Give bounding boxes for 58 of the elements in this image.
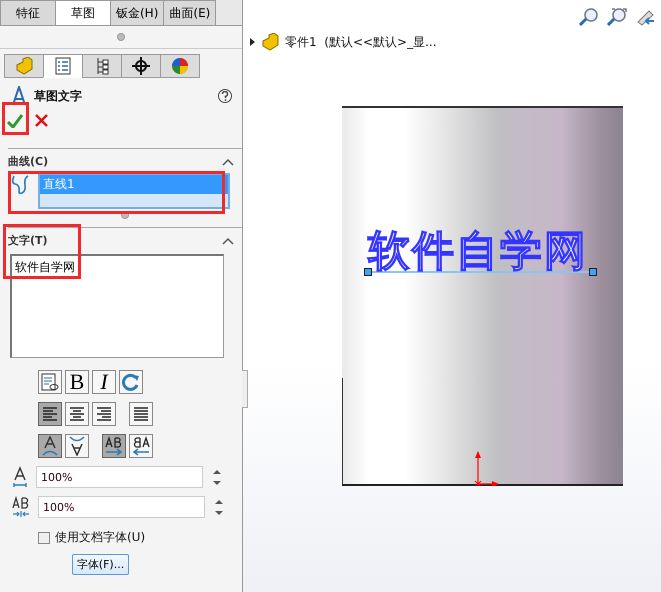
crosshair-icon [132,57,150,75]
feature-tab[interactable]: 钣金(H) [110,0,164,25]
previous-view-icon[interactable] [635,8,655,26]
percent-field[interactable]: 100% [36,466,203,488]
forward-button[interactable] [102,434,126,458]
text-arc-icon [41,436,59,456]
panel-tab[interactable] [82,54,122,78]
tree-item-label[interactable]: 零件1 (默认<<默认>_显... [285,34,437,50]
panel-title: 草图文字 [34,88,83,104]
text-width-icon [12,466,28,488]
text-reverse-icon [131,436,151,456]
section-title: 文字(T) [8,233,48,248]
sketch-text: 软件自学网 [368,230,588,272]
justify-button[interactable] [129,402,153,426]
link-button[interactable] [38,370,62,394]
align-left-button[interactable] [38,402,62,426]
align-right-button[interactable] [92,402,116,426]
text-direction-icon [104,436,124,456]
highlight-box [2,102,29,135]
collapse-icon [222,158,234,166]
align-center-button[interactable] [65,402,89,426]
justify-icon [132,405,150,423]
endpoint-handle[interactable] [589,268,597,276]
expand-arrow-icon[interactable] [249,35,255,49]
part-icon [261,33,279,51]
text-spacing-icon [12,496,30,518]
feature-tab[interactable]: 特征 [0,0,56,25]
collapse-handle[interactable] [242,370,248,408]
text-flip-icon [68,436,86,456]
checkbox[interactable] [38,532,50,544]
font-button[interactable]: 字体(F)... [72,554,129,575]
align-center-icon [68,405,86,423]
collapse-icon [222,236,234,244]
panel-tab[interactable] [43,54,83,78]
align-left-icon [41,405,59,423]
zoom-fit-icon[interactable] [579,8,599,26]
checkbox-label: 使用文档字体(U) [55,529,146,546]
zoom-area-icon[interactable] [607,8,627,26]
help-icon[interactable] [218,89,232,103]
arc-up-button[interactable] [38,434,62,458]
table-link-icon [41,373,59,391]
align-right-icon [95,405,113,423]
section-title: 曲线(C) [8,154,48,169]
panel-tab[interactable] [121,54,161,78]
rotate-icon [122,373,140,391]
text-input[interactable]: 软件自学网 [10,254,224,358]
arc-flip-button[interactable] [65,434,89,458]
resize-grip[interactable] [117,33,125,41]
part-icon [15,57,33,75]
reverse-button[interactable] [129,434,153,458]
italic-button[interactable]: I [92,370,116,394]
color-ball-icon [171,57,189,75]
percent-field[interactable]: 100% [38,496,205,518]
bold-button[interactable]: B [65,370,89,394]
feature-tab[interactable]: 草图 [55,0,111,25]
rotate-button[interactable] [119,370,143,394]
feature-tab[interactable]: 曲面(E) [163,0,216,25]
list-icon [55,57,71,75]
